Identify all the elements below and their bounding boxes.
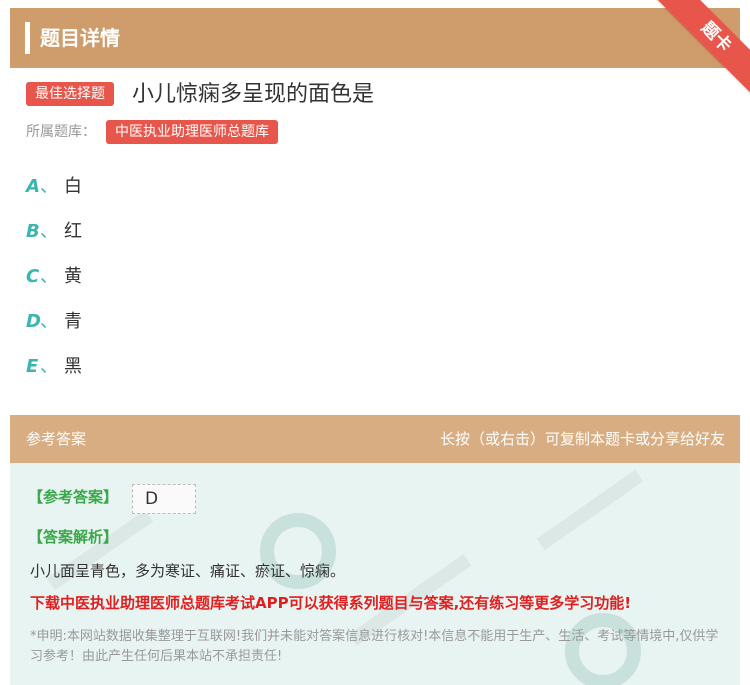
option-separator: 、 (40, 311, 58, 332)
watermark-shape (536, 469, 644, 551)
option-separator: 、 (40, 356, 58, 377)
option-text: 红 (64, 221, 82, 242)
detail-header: 题目详情 (10, 8, 740, 68)
answer-section-title: 参考答案 (26, 430, 87, 448)
option-b[interactable]: B 、 红 (26, 217, 326, 247)
question-text: 小儿惊痫多呈现的面色是 (132, 82, 375, 107)
option-letter: D (26, 311, 41, 332)
option-text: 青 (64, 311, 82, 332)
question-type-badge: 最佳选择题 (26, 82, 114, 106)
option-letter: B (26, 221, 40, 242)
bank-link[interactable]: 中医执业助理医师总题库 (106, 120, 278, 144)
option-text: 黄 (64, 266, 82, 287)
card-ribbon: 题卡 (655, 0, 750, 95)
answer-value: D (132, 484, 196, 514)
ribbon-label: 题卡 (696, 17, 736, 57)
option-e[interactable]: E 、 黑 (26, 352, 326, 382)
option-separator: 、 (40, 266, 58, 287)
share-hint: 长按（或右击）可复制本题卡或分享给好友 (439, 430, 725, 448)
header-title: 题目详情 (40, 26, 120, 50)
answer-section-body: 【参考答案】 D 【答案解析】 小儿面呈青色，多为寒证、痛证、瘀证、惊痫。 下载… (10, 463, 740, 685)
option-text: 黑 (64, 356, 82, 377)
option-separator: 、 (40, 221, 58, 242)
answer-label: 【参考答案】 (28, 488, 119, 506)
disclaimer-text: *申明:本网站数据收集整理于互联网!我们并未能对答案信息进行核对!本信息不能用于… (30, 629, 719, 664)
option-separator: 、 (40, 176, 58, 197)
app-promo-link[interactable]: 下载中医执业助理医师总题库考试APP可以获得系列题目与答案,还有练习等更多学习功… (30, 591, 631, 615)
option-letter: E (26, 356, 39, 377)
option-letter: C (26, 266, 40, 287)
option-d[interactable]: D 、 青 (26, 307, 326, 337)
bank-label: 所属题库： (26, 124, 96, 140)
explanation-label: 【答案解析】 (28, 528, 119, 546)
ribbon-band: 题卡 (655, 0, 750, 95)
option-c[interactable]: C 、 黄 (26, 262, 326, 292)
option-letter: A (26, 176, 40, 197)
option-a[interactable]: A 、 白 (26, 172, 326, 202)
answer-section-header: 参考答案 长按（或右击）可复制本题卡或分享给好友 (10, 415, 740, 463)
explanation-text: 小儿面呈青色，多为寒证、痛证、瘀证、惊痫。 (30, 562, 346, 580)
header-accent-bar (25, 22, 30, 54)
option-text: 白 (64, 176, 82, 197)
